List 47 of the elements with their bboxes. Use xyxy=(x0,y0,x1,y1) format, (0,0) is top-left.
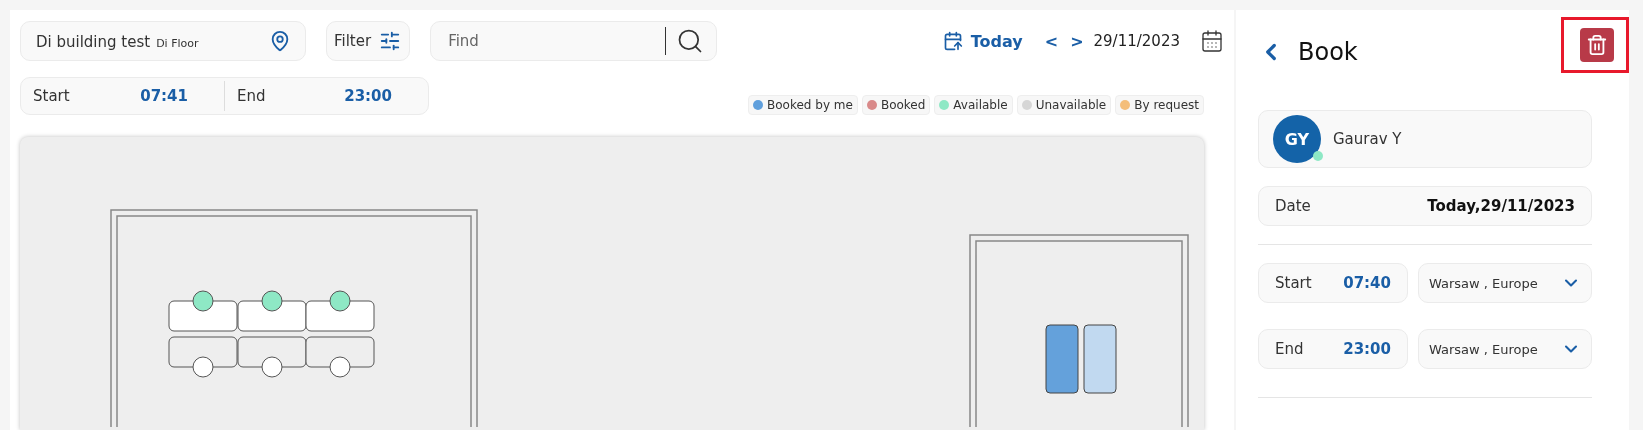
seat[interactable] xyxy=(192,356,214,378)
legend-chip: Booked by me xyxy=(748,95,858,115)
seat[interactable] xyxy=(329,356,351,378)
search-field[interactable]: Find xyxy=(430,21,718,61)
legend-chip: Booked xyxy=(861,95,931,115)
timezone-select[interactable]: Warsaw , Europe xyxy=(1418,263,1592,303)
filter-button[interactable]: Filter xyxy=(326,21,411,61)
current-date: 29/11/2023 xyxy=(1093,32,1180,50)
desk[interactable] xyxy=(305,300,375,332)
location-name: Di building test Di Floor xyxy=(36,31,199,51)
date-label: Date xyxy=(1275,197,1311,215)
seat[interactable] xyxy=(261,290,283,312)
sliders-icon xyxy=(379,30,402,52)
time-value[interactable]: 23:00 xyxy=(1343,340,1391,358)
desk[interactable] xyxy=(305,336,375,368)
user-avatar: GY xyxy=(1273,115,1321,163)
timezone-select[interactable]: Warsaw , Europe xyxy=(1418,329,1592,369)
delete-button[interactable] xyxy=(1580,28,1614,62)
desk[interactable] xyxy=(237,300,307,332)
time-value[interactable]: 07:40 xyxy=(1343,274,1391,292)
time-label: Start xyxy=(33,87,70,105)
next-day-button[interactable]: > xyxy=(1068,31,1086,51)
desk[interactable] xyxy=(168,300,238,332)
legend-chip: Available xyxy=(934,95,1013,115)
location-selector[interactable]: Di building test Di Floor xyxy=(20,21,306,61)
time-label: End xyxy=(237,87,266,105)
user-name: Gaurav Y xyxy=(1333,130,1402,148)
time-value[interactable]: 23:00 xyxy=(344,87,392,105)
legend-chip: By request xyxy=(1115,95,1204,115)
map-pin-icon xyxy=(269,30,291,52)
previous-day-button[interactable]: < xyxy=(1042,31,1061,51)
desk[interactable] xyxy=(168,336,238,368)
trash-icon xyxy=(1586,34,1608,56)
date-value: Today,29/11/2023 xyxy=(1427,197,1575,215)
time-value[interactable]: 07:41 xyxy=(140,87,188,105)
seat[interactable] xyxy=(261,356,283,378)
calendar-icon[interactable] xyxy=(1200,29,1224,53)
calendar-icon xyxy=(942,31,963,51)
desk[interactable] xyxy=(237,336,307,368)
seat[interactable] xyxy=(329,290,351,312)
today-button[interactable]: Today xyxy=(942,31,1023,51)
panel-title: Book xyxy=(1298,38,1358,66)
legend-chip: Unavailable xyxy=(1016,95,1112,115)
time-label: End xyxy=(1275,340,1304,358)
time-label: Start xyxy=(1275,274,1312,292)
seat[interactable] xyxy=(192,290,214,312)
search-input[interactable]: Find xyxy=(446,31,641,51)
